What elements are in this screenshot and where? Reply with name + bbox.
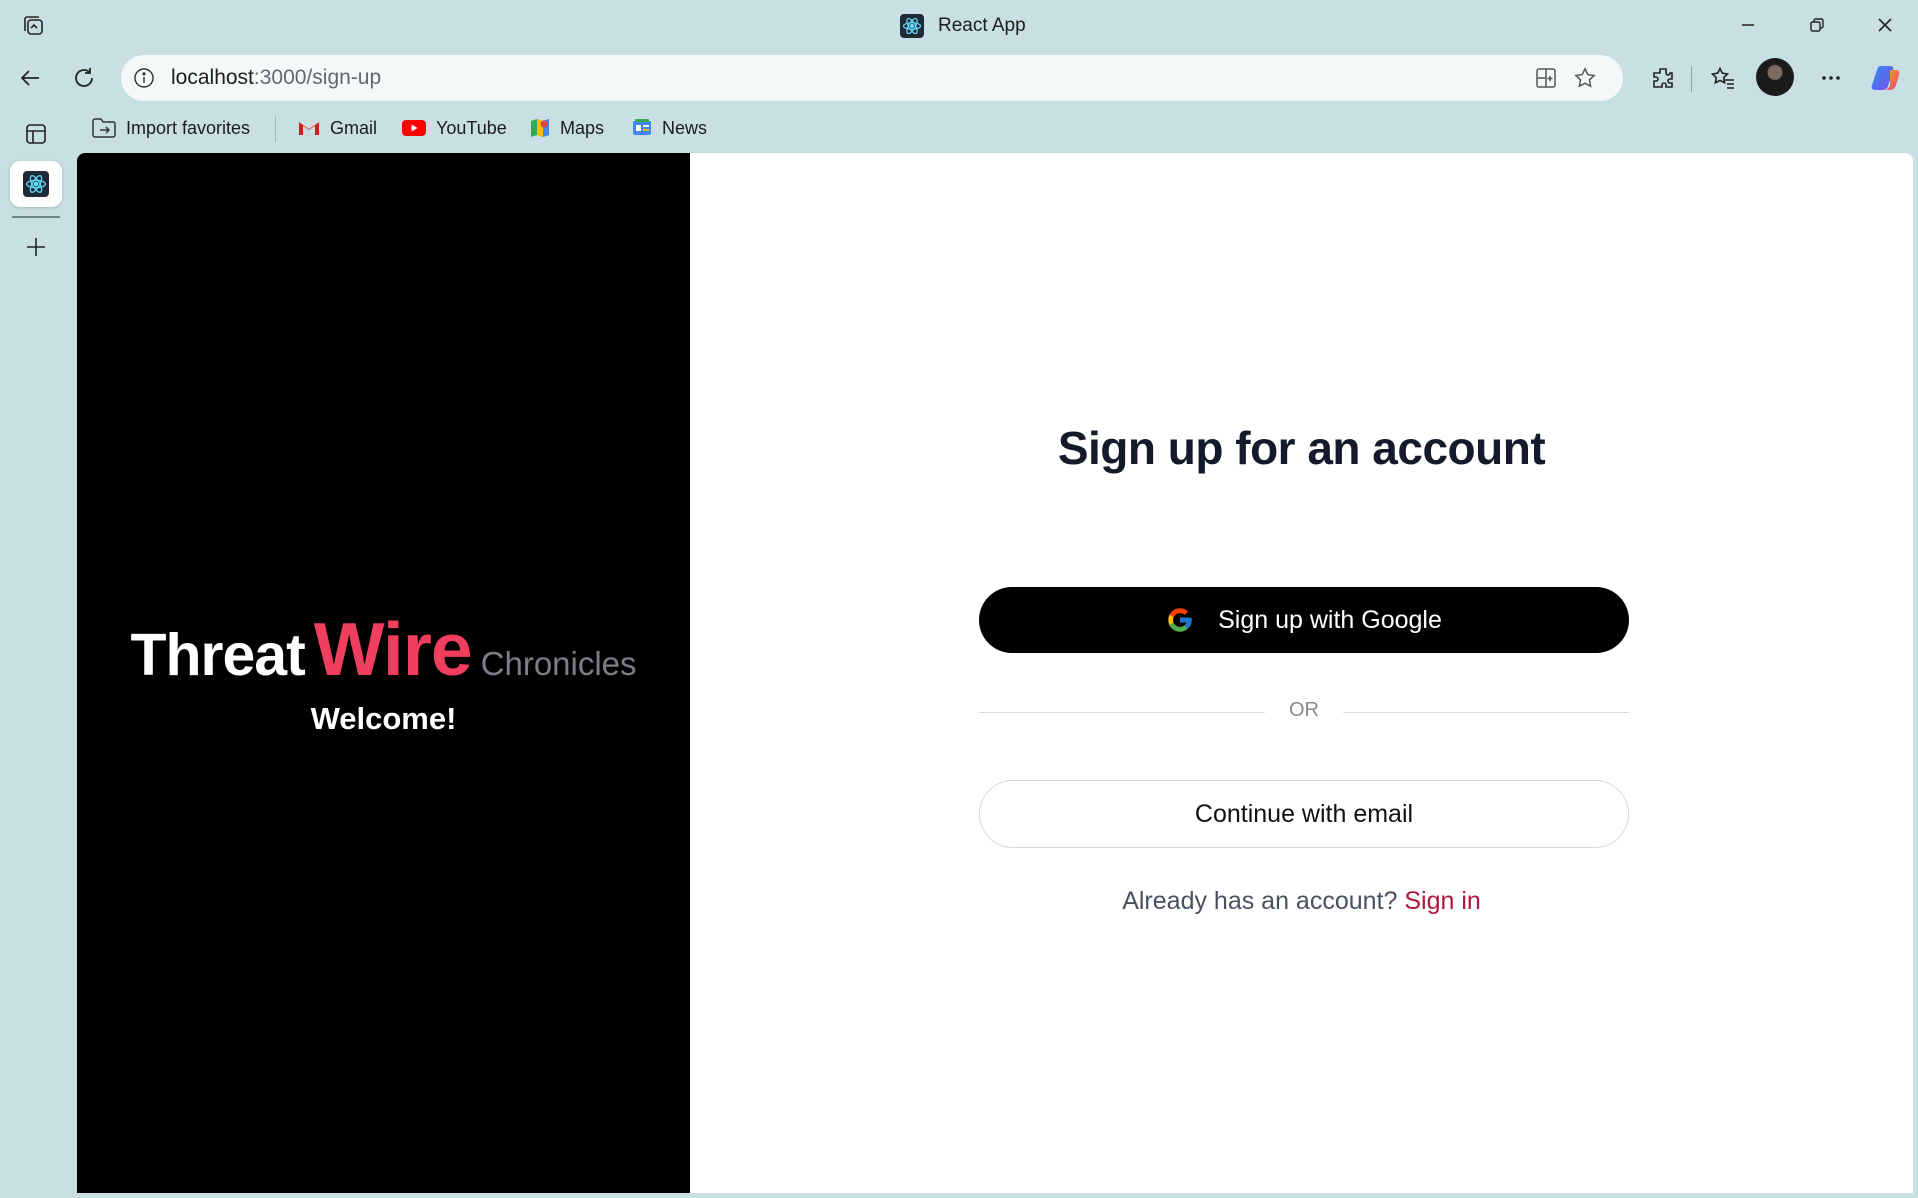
bookmark-maps[interactable]: Maps xyxy=(529,112,604,144)
bookmark-label: News xyxy=(662,117,708,138)
signin-prompt-row: Already has an account? Sign in xyxy=(690,887,1913,916)
address-bar[interactable]: localhost:3000/sign-up xyxy=(121,55,1623,101)
signin-link[interactable]: Sign in xyxy=(1404,887,1480,915)
title-bar: React App xyxy=(0,0,1918,50)
divider-line-right xyxy=(1343,712,1629,713)
bookmark-import-favorites[interactable]: Import favorites xyxy=(91,112,250,144)
split-screen-icon[interactable] xyxy=(1532,64,1560,92)
brand-panel: Threat Wire Chronicles Welcome! xyxy=(77,153,690,1193)
favorite-star-icon[interactable] xyxy=(1571,64,1599,92)
bookmark-news[interactable]: News xyxy=(631,112,707,144)
more-options-icon[interactable] xyxy=(1811,58,1851,98)
google-signup-button[interactable]: Sign up with Google xyxy=(979,587,1629,653)
youtube-icon xyxy=(401,118,427,138)
url-host: localhost xyxy=(171,66,254,89)
reload-button[interactable] xyxy=(64,58,104,98)
or-divider: OR xyxy=(979,697,1629,727)
continue-email-label: Continue with email xyxy=(1194,799,1414,828)
tab-strip-divider xyxy=(12,216,60,218)
bookmark-label: Import favorites xyxy=(126,117,251,138)
tab-sidebar-toggle[interactable] xyxy=(10,111,62,157)
welcome-text: Welcome! xyxy=(310,701,457,736)
copilot-icon[interactable] xyxy=(1866,58,1906,98)
signin-prompt-text: Already has an account? xyxy=(1122,887,1398,915)
toolbar-divider xyxy=(1691,66,1692,92)
close-window-button[interactable] xyxy=(1857,8,1913,42)
bookmark-gmail[interactable]: Gmail xyxy=(297,112,377,144)
react-icon xyxy=(900,14,924,38)
extensions-icon[interactable] xyxy=(1643,58,1683,98)
gmail-icon xyxy=(297,118,321,138)
profile-avatar[interactable] xyxy=(1756,58,1794,96)
brand-logo: Threat Wire Chronicles xyxy=(77,606,690,692)
brand-chronicles: Chronicles xyxy=(480,645,637,682)
brand-wire: Wire xyxy=(313,607,473,691)
brand-threat: Threat xyxy=(130,622,305,688)
page-title: Sign up for an account xyxy=(1057,422,1546,474)
bookmark-youtube[interactable]: YouTube xyxy=(401,112,507,144)
bookmark-label: Maps xyxy=(560,117,605,138)
maps-icon xyxy=(529,117,551,139)
continue-email-button[interactable]: Continue with email xyxy=(979,780,1629,848)
new-tab-button[interactable] xyxy=(10,224,62,270)
signup-panel: Sign up for an account Sign up with Goog… xyxy=(690,153,1913,1193)
back-button[interactable] xyxy=(10,58,50,98)
tab-actions-icon[interactable] xyxy=(20,12,48,40)
news-icon xyxy=(631,117,653,139)
page-viewport: Threat Wire Chronicles Welcome! Sign up … xyxy=(77,153,1913,1193)
url-text[interactable]: localhost:3000/sign-up xyxy=(171,66,381,90)
import-folder-icon xyxy=(91,116,117,140)
favorites-icon[interactable] xyxy=(1703,58,1743,98)
window-title-text: React App xyxy=(938,15,1026,36)
site-info-icon[interactable] xyxy=(131,65,157,91)
google-icon xyxy=(1166,606,1194,634)
google-signup-label: Sign up with Google xyxy=(1218,605,1442,634)
restore-button[interactable] xyxy=(1789,8,1845,42)
url-path: :3000/sign-up xyxy=(253,66,382,89)
window-title: React App xyxy=(900,12,1026,40)
bookmark-label: Gmail xyxy=(330,117,378,138)
bookmarks-separator xyxy=(275,116,276,142)
react-icon xyxy=(23,171,49,197)
tab-react-app[interactable] xyxy=(10,161,62,207)
minimize-button[interactable] xyxy=(1720,8,1776,42)
or-text: OR xyxy=(1289,699,1319,721)
bookmark-label: YouTube xyxy=(436,117,507,138)
